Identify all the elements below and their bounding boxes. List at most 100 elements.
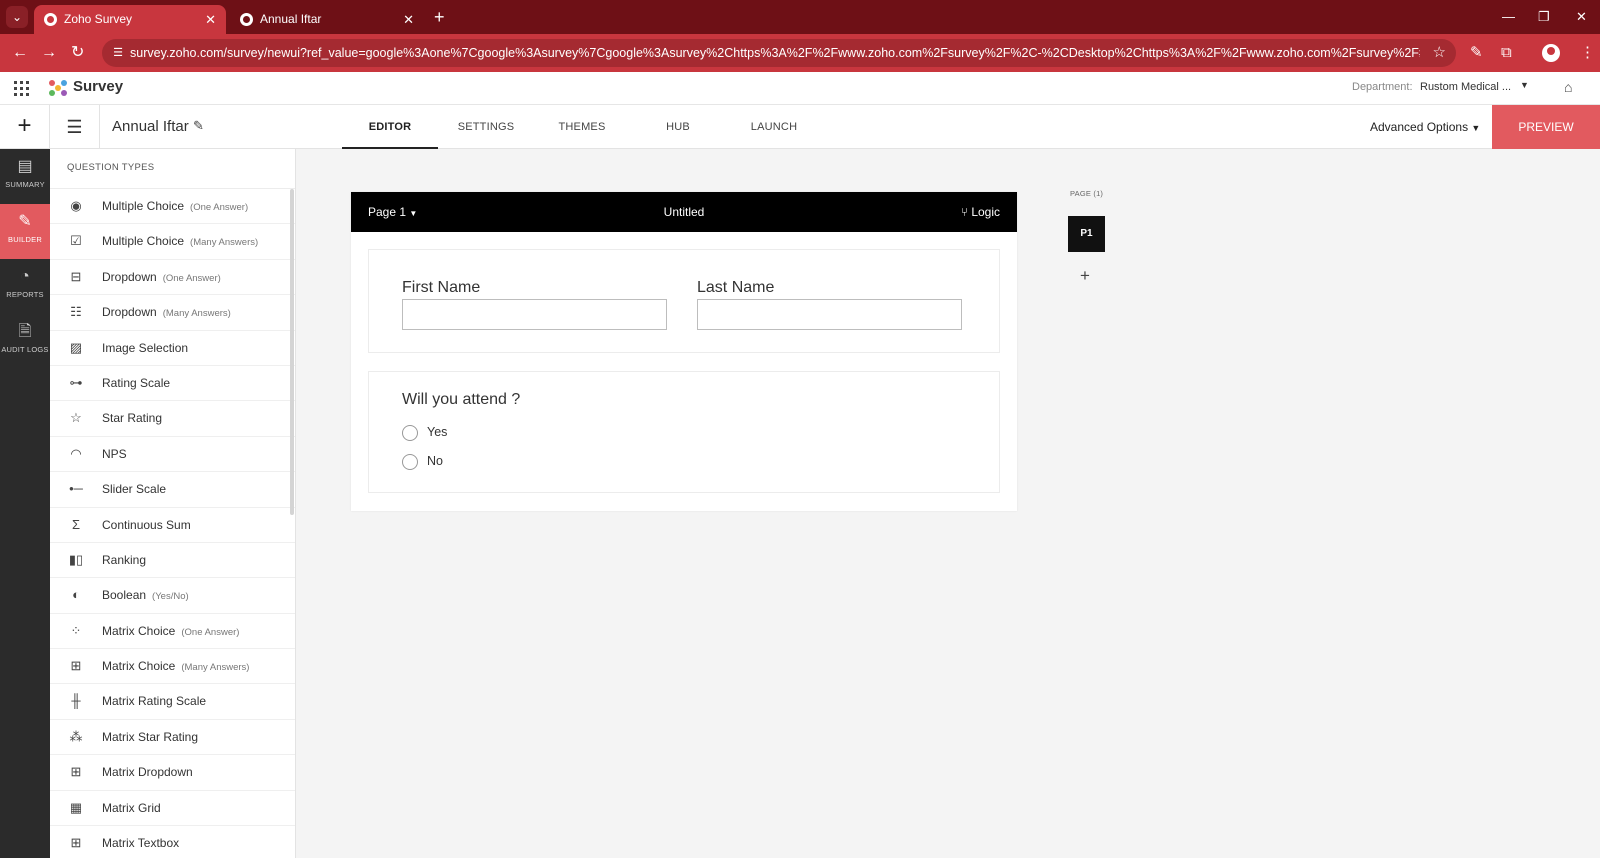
question-type-name: Continuous Sum [102,517,191,532]
question-type-item[interactable]: ▦ Matrix Grid [50,791,295,827]
pie-chart-icon: ◔ [20,268,30,285]
forward-arrow-icon[interactable]: → [41,42,57,64]
question-type-item[interactable]: ⊶ Rating Scale [50,366,295,402]
question-type-name: Matrix Grid [102,800,161,815]
question-type-name: Rating Scale [102,375,171,390]
new-tab-button[interactable]: + [434,6,445,28]
question-type-item[interactable]: ⊞ Matrix Choice (Many Answers) [50,649,295,685]
question-type-label: Slider Scale [102,482,166,496]
question-type-name: Image Selection [102,340,189,355]
question-type-label: Dropdown (Many Answers) [102,305,231,319]
question-type-item[interactable]: ▨ Image Selection [50,331,295,366]
browser-menu-icon[interactable]: ⋮ [1580,42,1595,64]
question-type-item[interactable]: ☆ Star Rating [50,401,295,437]
tab-title: Zoho Survey [64,12,133,26]
question-type-item[interactable]: ⁂ Matrix Star Rating [50,720,295,756]
image-icon: ▨ [69,339,83,355]
rail-label: REPORTS [6,290,44,299]
page-header: Page 1 ▼ Untitled ⑂ Logic [351,192,1017,232]
organization-icon[interactable]: ⌂ [1564,79,1582,99]
tab-hub[interactable]: HUB [630,105,726,149]
question-type-item[interactable]: ☑ Multiple Choice (Many Answers) [50,224,295,260]
question-type-label: Image Selection [102,341,188,355]
browser-tab-annual-iftar[interactable]: Annual Iftar ✕ [230,5,424,34]
add-page-icon[interactable]: + [1080,266,1090,286]
back-arrow-icon[interactable]: ← [12,42,28,64]
attend-question-block[interactable]: Will you attend ? Yes No [368,371,1000,493]
dropdown-icon: ⊟ [70,268,82,284]
survey-title[interactable]: Annual Iftar [112,118,189,135]
question-type-label: Boolean (Yes/No) [102,588,189,602]
question-title: Will you attend ? [402,391,521,408]
question-type-item[interactable]: ╫ Matrix Rating Scale [50,684,295,720]
tab-title: Annual Iftar [260,12,322,26]
tab-themes[interactable]: THEMES [534,105,630,149]
question-type-subtitle: (One Answer) [190,202,249,213]
question-type-label: Multiple Choice (Many Answers) [102,234,258,248]
question-type-name: Matrix Textbox [102,836,180,851]
pen-extension-icon[interactable]: ✎ [1470,42,1483,64]
page-name[interactable]: Untitled [351,205,1017,219]
tab-editor[interactable]: EDITOR [342,105,438,149]
restore-icon[interactable]: ❐ [1538,6,1550,28]
window-close-icon[interactable]: ✕ [1576,6,1587,28]
preview-button[interactable]: PREVIEW [1492,105,1600,149]
close-tab-icon[interactable]: ✕ [403,5,414,34]
minimize-icon[interactable]: — [1502,6,1515,28]
last-name-field[interactable] [697,299,962,330]
question-type-name: Slider Scale [102,482,167,497]
radio-button[interactable] [402,425,418,441]
question-type-item[interactable]: ▮▯ Ranking [50,543,295,579]
extensions-icon[interactable]: ⧉ [1501,42,1512,64]
question-type-item[interactable]: ⁘ Matrix Choice (One Answer) [50,614,295,650]
question-type-item[interactable]: ◐ Boolean (Yes/No) [50,578,295,614]
name-question-block[interactable]: First Name Last Name [368,249,1000,353]
app-launcher-icon[interactable] [14,81,29,96]
question-type-item[interactable]: Σ Continuous Sum [50,508,295,543]
radio-button[interactable] [402,454,418,470]
question-type-label: Matrix Textbox [102,836,179,850]
chevron-down-icon[interactable]: ▼ [1520,80,1529,90]
rail-item-audit-logs[interactable]: 🗎 AUDIT LOGS [0,314,50,369]
tab-search-button[interactable]: ⌄ [6,6,28,28]
question-type-label: Ranking [102,553,146,567]
site-info-icon[interactable]: ☰ [110,45,126,61]
department-label: Department: [1352,81,1413,93]
add-survey-button[interactable]: + [0,105,50,149]
question-type-item[interactable]: ⊞ Matrix Textbox [50,826,295,858]
department-selector[interactable]: Rustom Medical ... [1420,81,1511,93]
close-tab-icon[interactable]: ✕ [205,5,216,34]
editor-toolbar: + ☰ Annual Iftar ✎ EDITOR SETTINGS THEME… [0,105,1600,149]
question-type-label: Matrix Choice (Many Answers) [102,659,249,673]
tab-settings[interactable]: SETTINGS [438,105,534,149]
question-type-item[interactable]: ⊟ Dropdown (One Answer) [50,260,295,296]
pencil-icon: ✎ [18,213,32,230]
question-type-item[interactable]: ⊞ Matrix Dropdown [50,755,295,791]
first-name-field[interactable] [402,299,667,330]
rail-item-reports[interactable]: ◔ REPORTS [0,259,50,314]
rail-item-summary[interactable]: ▤ SUMMARY [0,149,50,204]
survey-list-icon[interactable]: ☰ [50,105,100,149]
page-thumbnail-p1[interactable]: P1 [1068,216,1105,252]
star-icon: ☆ [70,410,82,426]
zoho-favicon-icon [44,13,57,26]
question-type-name: Matrix Choice [102,623,176,638]
multi-dropdown-icon: ☷ [70,304,82,320]
rail-item-builder[interactable]: ✎ BUILDER [0,204,50,259]
profile-avatar-icon[interactable] [1542,44,1560,62]
question-type-name: Multiple Choice [102,199,185,213]
bookmark-star-icon[interactable]: ☆ [1433,39,1446,67]
logic-button[interactable]: ⑂ Logic [961,205,1000,219]
question-type-item[interactable]: •─ Slider Scale [50,472,295,508]
url-input[interactable]: ☰ survey.zoho.com/survey/newui?ref_value… [102,39,1456,67]
reload-icon[interactable]: ↻ [71,42,84,64]
question-panel-scrollbar[interactable] [290,189,294,515]
question-type-subtitle: (One Answer) [162,272,221,284]
question-type-item[interactable]: ☷ Dropdown (Many Answers) [50,295,295,331]
advanced-options-dropdown[interactable]: Advanced Options ▼ [1370,120,1480,134]
tab-launch[interactable]: LAUNCH [726,105,822,149]
question-type-item[interactable]: ◠ NPS [50,437,295,473]
browser-tab-zoho-survey[interactable]: Zoho Survey ✕ [34,5,226,34]
edit-title-icon[interactable]: ✎ [193,118,204,134]
question-type-item[interactable]: ◉ Multiple Choice (One Answer) [50,189,295,225]
